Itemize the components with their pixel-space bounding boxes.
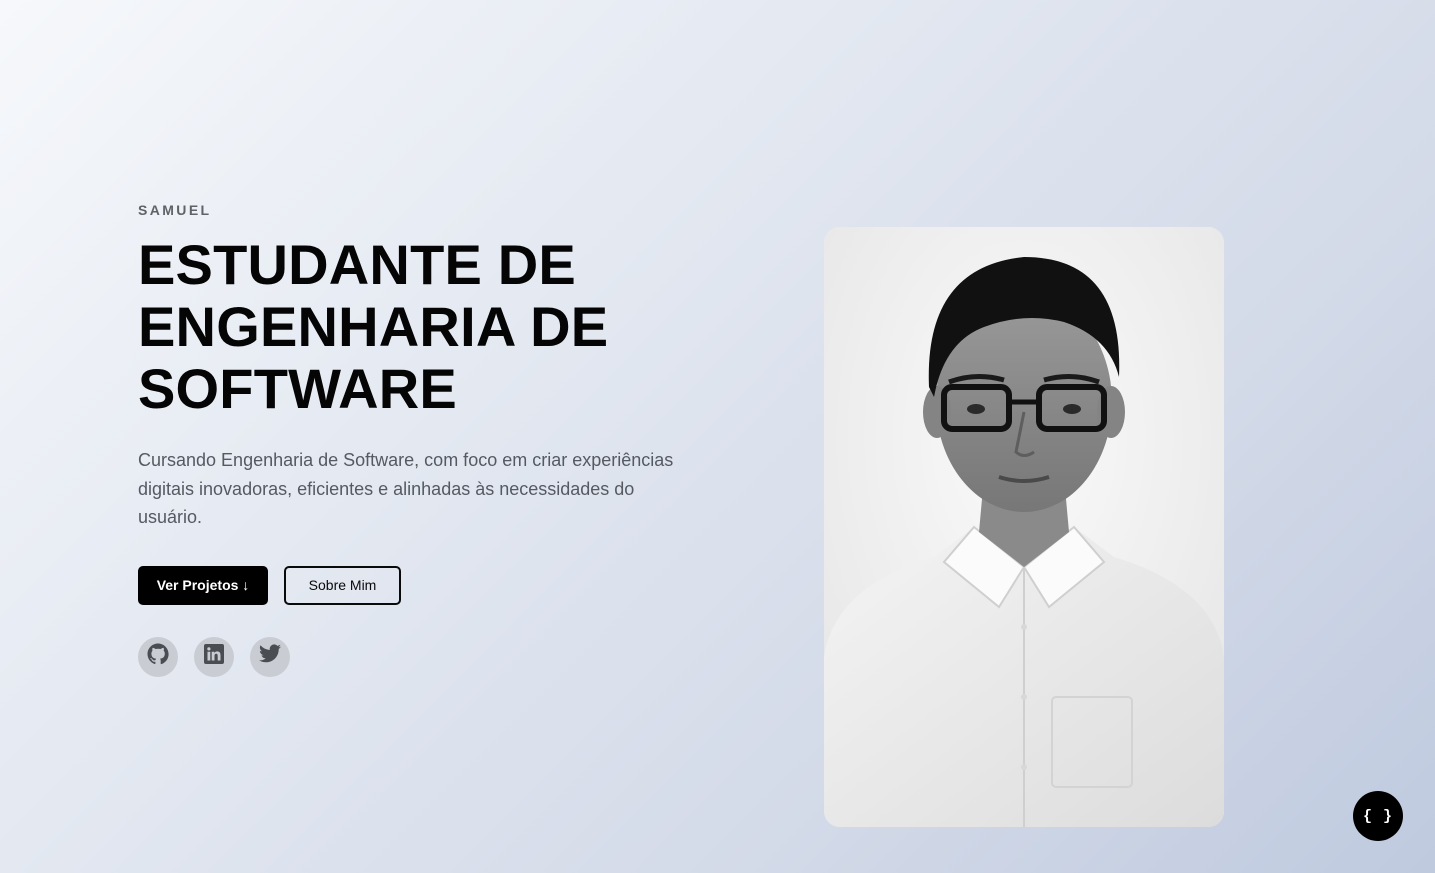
hero-title-line-2: ENGENHARIA DE bbox=[138, 295, 609, 358]
portrait-photo bbox=[824, 227, 1224, 827]
hero-actions: Ver Projetos ↓ Sobre Mim bbox=[138, 565, 698, 605]
social-links bbox=[138, 636, 698, 677]
twitter-link[interactable] bbox=[250, 636, 290, 677]
hero-title-line-3: SOFTWARE bbox=[138, 357, 457, 420]
hero-intro: SAMUEL ESTUDANTE DE ENGENHARIA DE SOFTWA… bbox=[138, 200, 698, 677]
hero-title: ESTUDANTE DE ENGENHARIA DE SOFTWARE bbox=[138, 234, 698, 420]
view-projects-button[interactable]: Ver Projetos ↓ bbox=[138, 565, 268, 605]
github-link[interactable] bbox=[138, 636, 178, 677]
linkedin-link[interactable] bbox=[194, 636, 234, 677]
github-icon bbox=[146, 642, 170, 671]
code-toggle-button[interactable]: { } bbox=[1353, 791, 1403, 841]
linkedin-icon bbox=[202, 642, 226, 671]
hero-title-line-1: ESTUDANTE DE bbox=[138, 233, 576, 296]
hero-section: SAMUEL ESTUDANTE DE ENGENHARIA DE SOFTWA… bbox=[0, 0, 1435, 873]
twitter-icon bbox=[258, 642, 282, 671]
about-me-button[interactable]: Sobre Mim bbox=[284, 565, 401, 605]
name-kicker: SAMUEL bbox=[138, 202, 212, 218]
hero-description: Cursando Engenharia de Software, com foc… bbox=[138, 450, 674, 527]
portrait-illustration bbox=[824, 227, 1224, 827]
